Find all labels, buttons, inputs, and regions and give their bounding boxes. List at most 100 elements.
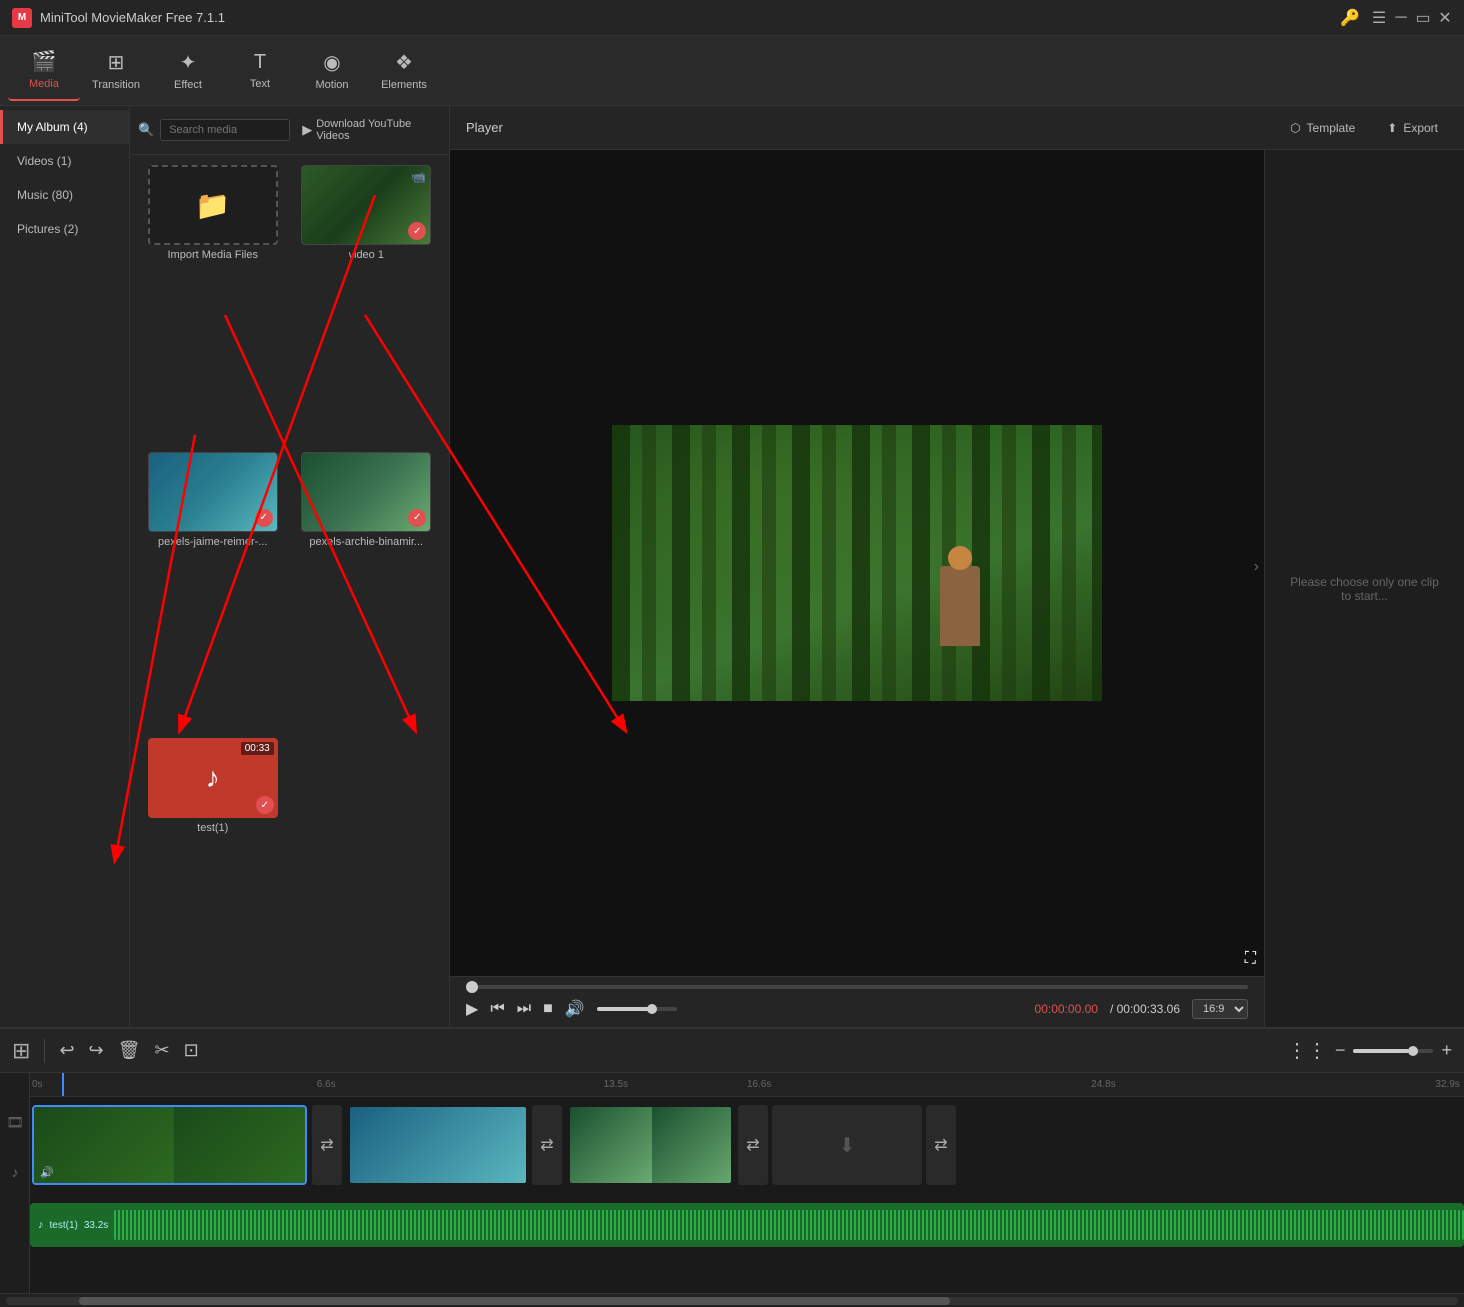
check-badge-music: ✓	[256, 796, 274, 814]
toolbar-text[interactable]: T Text	[224, 41, 296, 101]
template-label: Template	[1307, 121, 1356, 135]
audio-label: test(1)	[50, 1220, 78, 1231]
check-badge-pic1: ✓	[255, 509, 273, 527]
volume-slider[interactable]	[597, 1007, 677, 1011]
progress-bar[interactable]	[466, 985, 1248, 989]
ruler-13: 13.5s	[604, 1079, 628, 1090]
clip3-inner	[570, 1107, 731, 1183]
import-thumb: 📁	[148, 165, 278, 245]
zoom-handle[interactable]	[1408, 1046, 1418, 1056]
media-item-pic2[interactable]: ✓ pexels-archie-binamir...	[294, 452, 440, 731]
transition-btn-1[interactable]: ⇄	[312, 1105, 342, 1185]
player-controls: ▶ ⏮ ⏭ ■ 🔊 00:00:00.00 / 00:00:33.06	[450, 976, 1264, 1027]
ruler-0: 0s	[32, 1079, 43, 1090]
close-btn[interactable]: ✕	[1438, 11, 1452, 25]
delete-btn[interactable]: 🗑	[118, 1040, 141, 1061]
toolbar-transition[interactable]: ⊞ Transition	[80, 41, 152, 101]
audio-track-bar[interactable]: ♪ test(1) 33.2s	[30, 1203, 1464, 1247]
timeline-zoom: ⋮⋮ − +	[1287, 1038, 1452, 1063]
playhead[interactable]	[62, 1073, 64, 1096]
cut-btn[interactable]: ✂	[154, 1040, 169, 1061]
crop-btn[interactable]: ⊡	[184, 1040, 199, 1061]
stop-btn[interactable]: ■	[543, 1000, 553, 1018]
redo-btn[interactable]: ↪	[89, 1040, 104, 1061]
youtube-download-btn[interactable]: ▶ Download YouTube Videos	[296, 114, 441, 146]
media-grid: 📁 Import Media Files 📹 ✓ video 1 ✓ pexel…	[130, 155, 449, 1027]
clip3-thumb-b	[652, 1107, 731, 1183]
right-panel: › Please choose only one clip to start..…	[1264, 150, 1464, 1027]
transition-btn-2[interactable]: ⇄	[532, 1105, 562, 1185]
clip1-thumb-a	[34, 1107, 174, 1183]
ruler-32: 32.9s	[1435, 1079, 1459, 1090]
aspect-ratio-select[interactable]: 16:9 9:16 4:3 1:1	[1192, 999, 1248, 1019]
media-item-video1[interactable]: 📹 ✓ video 1	[294, 165, 440, 444]
video-frame	[612, 425, 1102, 701]
toolbar-effect[interactable]: ✦ Effect	[152, 41, 224, 101]
next-frame-btn[interactable]: ⏭	[517, 1000, 531, 1018]
timeline-toolbar: ⊞ ↩ ↪ 🗑 ✂ ⊡ ⋮⋮ − +	[0, 1029, 1464, 1073]
pic2-label: pexels-archie-binamir...	[309, 536, 423, 548]
video-person	[940, 566, 980, 646]
play-btn[interactable]: ▶	[466, 999, 478, 1019]
sidebar-item-pictures[interactable]: Pictures (2)	[0, 212, 129, 246]
track-labels: 🎞 ♪	[0, 1073, 30, 1293]
maximize-btn[interactable]: ▭	[1416, 11, 1430, 25]
progress-handle[interactable]	[466, 981, 478, 993]
zoom-slider[interactable]	[1353, 1049, 1433, 1053]
music-icon: ♪	[206, 762, 220, 794]
motion-icon: ◉	[323, 50, 340, 75]
toolbar-media[interactable]: 🎬 Media	[8, 41, 80, 101]
fullscreen-btn[interactable]: ⛶	[1245, 950, 1256, 968]
pic1-thumb: ✓	[148, 452, 278, 532]
sidebar-item-album[interactable]: My Album (4)	[0, 110, 129, 144]
text-icon: T	[254, 51, 266, 74]
clip1-thumb-b	[174, 1107, 305, 1183]
export-icon: ⬆	[1387, 121, 1397, 135]
volume-icon: 🔊	[565, 999, 585, 1019]
player-title: Player	[466, 120, 503, 135]
scrollbar-thumb[interactable]	[79, 1297, 950, 1305]
key-icon: 🔑	[1340, 8, 1360, 28]
add-track-btn[interactable]: ⊞	[12, 1038, 30, 1064]
menu-btn[interactable]: ☰	[1372, 11, 1386, 25]
timeline-empty-slot[interactable]: ⬇	[772, 1105, 922, 1185]
search-input[interactable]	[160, 119, 290, 141]
main-toolbar: 🎬 Media ⊞ Transition ✦ Effect T Text ◉ M…	[0, 36, 1464, 106]
volume-handle[interactable]	[647, 1004, 657, 1014]
toolbar-elements[interactable]: ❖ Elements	[368, 41, 440, 101]
transition-btn-4[interactable]: ⇄	[926, 1105, 956, 1185]
clip1-sound: 🔊	[40, 1166, 54, 1179]
sidebar-item-music[interactable]: Music (80)	[0, 178, 129, 212]
timeline-area: ⊞ ↩ ↪ 🗑 ✂ ⊡ ⋮⋮ − + 🎞 ♪ 0s	[0, 1027, 1464, 1307]
zoom-in-btn[interactable]: +	[1441, 1040, 1452, 1061]
chevron-right-icon[interactable]: ›	[1254, 558, 1259, 576]
media-item-music[interactable]: ♪ 00:33 ✓ test(1)	[140, 738, 286, 1017]
timeline-ruler: 0s 6.6s 13.5s 16.6s 24.8s 32.9s	[30, 1073, 1464, 1097]
youtube-download-label: Download YouTube Videos	[316, 118, 435, 142]
video-preview: ⛶	[450, 150, 1264, 976]
sidebar-item-videos[interactable]: Videos (1)	[0, 144, 129, 178]
pic2-thumb: ✓	[301, 452, 431, 532]
timeline-clip-3[interactable]	[568, 1105, 733, 1185]
minimize-btn[interactable]: ─	[1394, 11, 1408, 25]
check-badge-pic2: ✓	[408, 509, 426, 527]
folder-icon: 📁	[195, 189, 230, 222]
video1-label: video 1	[349, 249, 384, 261]
import-media-item[interactable]: 📁 Import Media Files	[140, 165, 286, 444]
toolbar-elements-label: Elements	[381, 79, 427, 91]
timeline-clip-1[interactable]: 🔊	[32, 1105, 307, 1185]
undo-btn[interactable]: ↩	[59, 1040, 74, 1061]
template-btn[interactable]: ⬡ Template	[1280, 117, 1365, 139]
prev-frame-btn[interactable]: ⏮	[490, 1000, 504, 1018]
video-track-icon: 🎞	[0, 1097, 30, 1147]
music-label: test(1)	[197, 822, 228, 834]
export-btn[interactable]: ⬆ Export	[1377, 117, 1448, 139]
template-icon: ⬡	[1290, 121, 1300, 135]
media-item-pic1[interactable]: ✓ pexels-jaime-reimer-...	[140, 452, 286, 731]
toolbar-motion[interactable]: ◉ Motion	[296, 41, 368, 101]
timeline-scrollbar[interactable]	[0, 1293, 1464, 1307]
zoom-out-btn[interactable]: −	[1335, 1040, 1346, 1061]
transition-btn-3[interactable]: ⇄	[738, 1105, 768, 1185]
timeline-clip-2[interactable]	[348, 1105, 528, 1185]
player-column: Player ⬡ Template ⬆ Export ⛶	[450, 106, 1464, 1027]
